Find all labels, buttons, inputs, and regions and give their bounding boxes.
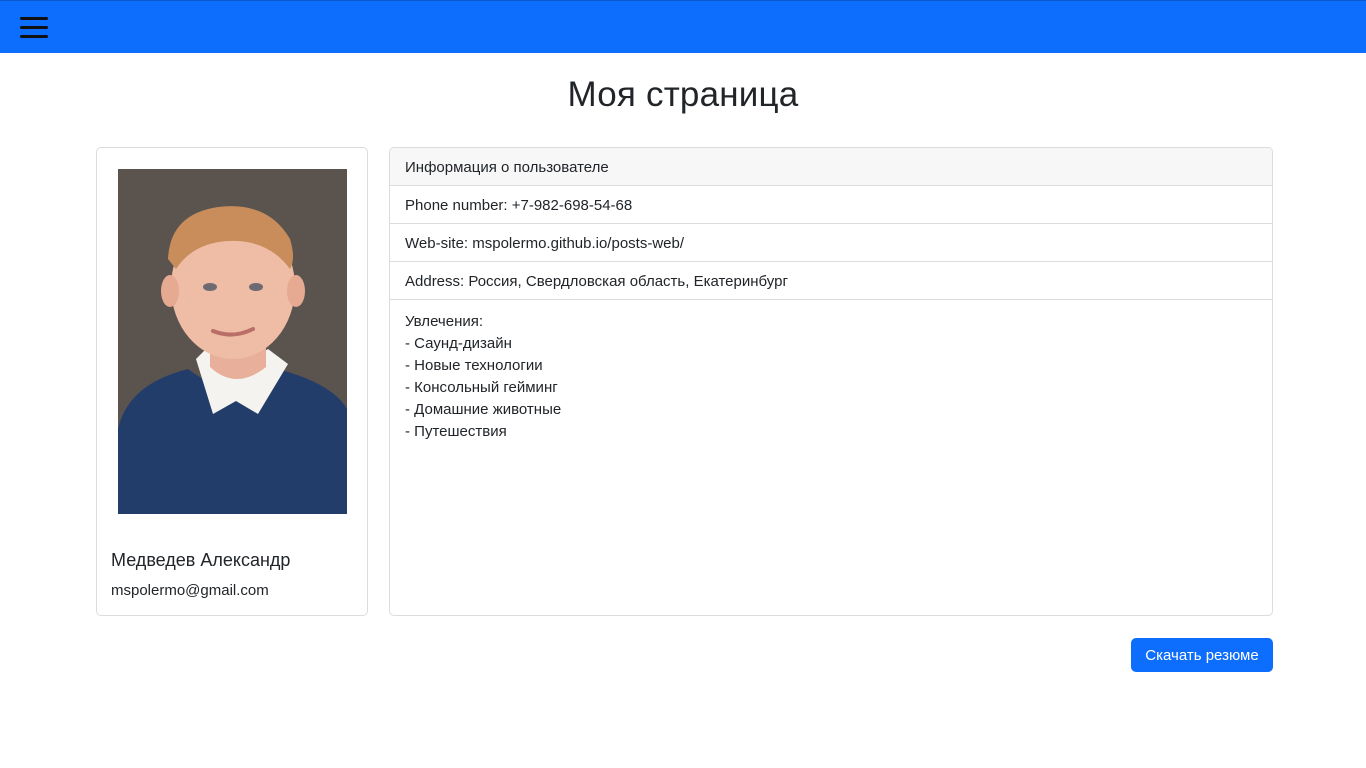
hobby-item: - Путешествия <box>405 423 507 440</box>
download-resume-button[interactable]: Скачать резюме <box>1131 638 1273 672</box>
top-navbar <box>0 0 1366 53</box>
page-title: Моя страница <box>567 75 799 114</box>
profile-card: Медведев Александр mspolermo@gmail.com <box>96 147 368 616</box>
profile-email: mspolermo@gmail.com <box>111 582 269 599</box>
phone-row: Phone number: +7-982-698-54-68 <box>390 186 1272 224</box>
hamburger-menu-icon[interactable] <box>20 16 50 40</box>
hobby-item: - Саунд-дизайн <box>405 335 512 352</box>
hobby-item: - Консольный гейминг <box>405 379 558 396</box>
hobbies-title: Увлечения: <box>405 313 484 330</box>
profile-photo <box>118 169 347 514</box>
address-row: Address: Россия, Свердловская область, Е… <box>390 262 1272 300</box>
hobby-item: - Домашние животные <box>405 401 562 418</box>
user-info-header: Информация о пользователе <box>390 148 1272 186</box>
website-row: Web-site: mspolermo.github.io/posts-web/ <box>390 224 1272 262</box>
profile-name: Медведев Александр <box>111 550 291 570</box>
hobby-item: - Новые технологии <box>405 357 543 374</box>
user-info-card: Информация о пользователе Phone number: … <box>389 147 1273 616</box>
hobbies-section: Увлечения: - Саунд-дизайн - Новые технол… <box>390 300 1272 443</box>
